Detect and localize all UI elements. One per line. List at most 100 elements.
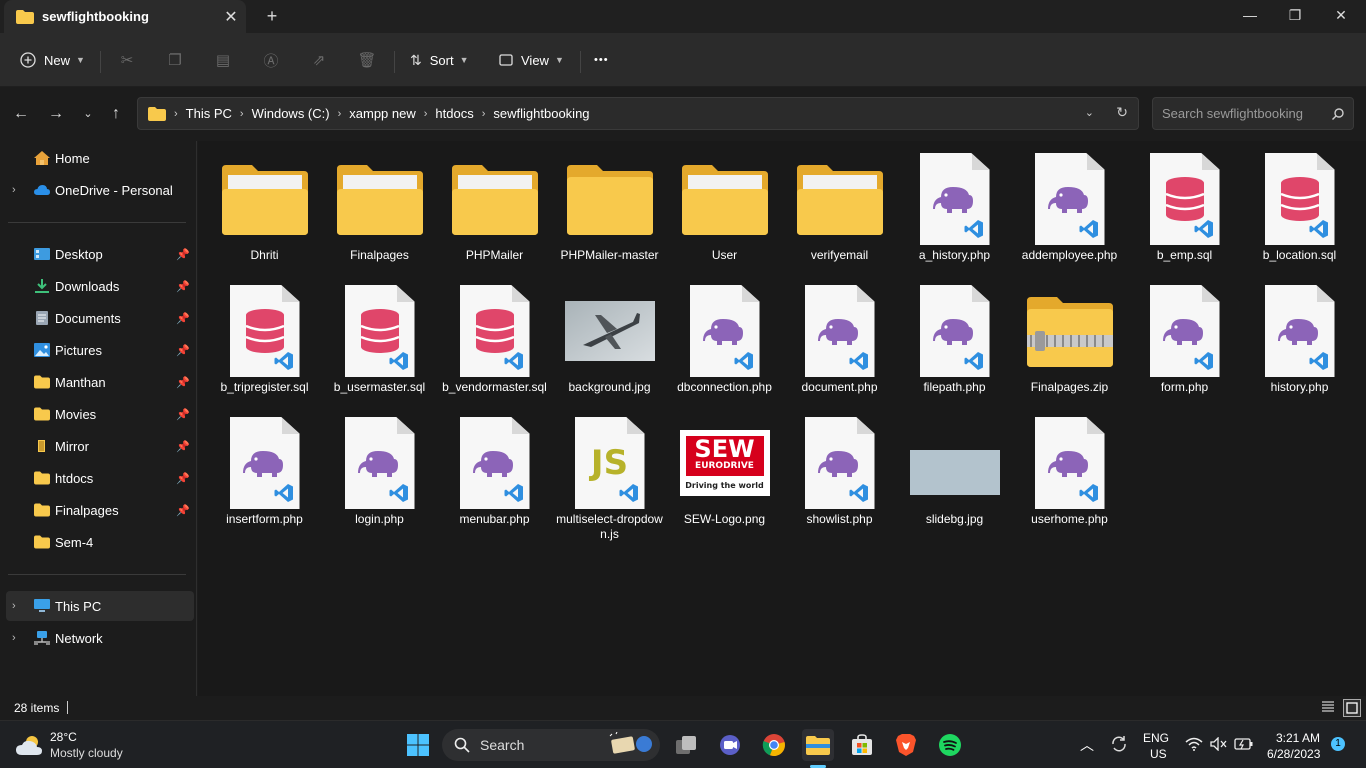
sidebar-item-desktop[interactable]: Desktop 📌 (6, 239, 194, 269)
sidebar-item-pictures[interactable]: Pictures 📌 (6, 335, 194, 365)
folder-item[interactable]: Dhriti (208, 143, 321, 271)
folder-item[interactable]: Finalpages (323, 143, 436, 271)
close-window-button[interactable]: ✕ (1318, 0, 1364, 30)
sidebar-item-home[interactable]: Home (6, 143, 194, 173)
php-file-item[interactable]: login.php (323, 407, 436, 535)
php-file-item[interactable]: filepath.php (898, 275, 1011, 403)
large-icons-view-icon[interactable] (1343, 699, 1361, 717)
sidebar-item-onedrive[interactable]: › OneDrive - Personal (6, 175, 194, 205)
folder-item[interactable]: verifyemail (783, 143, 896, 271)
tab-sewflightbooking[interactable]: sewflightbooking ✕ (4, 0, 246, 33)
php-file-item[interactable]: showlist.php (783, 407, 896, 535)
back-arrow-icon[interactable]: ← (9, 103, 33, 125)
volume-muted-icon[interactable] (1210, 737, 1228, 751)
breadcrumb-htdocs[interactable]: htdocs (435, 106, 473, 121)
sidebar-item-downloads[interactable]: Downloads 📌 (6, 271, 194, 301)
weather-cloudy-icon[interactable] (16, 733, 44, 757)
address-bar[interactable]: › This PC › Windows (C:) › xampp new › h… (137, 97, 1139, 130)
php-file-item[interactable]: document.php (783, 275, 896, 403)
sidebar-item-network[interactable]: › Network (6, 623, 194, 653)
sidebar-item-documents[interactable]: Documents 📌 (6, 303, 194, 333)
php-file-item[interactable]: menubar.php (438, 407, 551, 535)
breadcrumb-sewflightbooking[interactable]: sewflightbooking (493, 106, 589, 121)
recent-locations-chevron-icon[interactable]: ⌄ (76, 103, 100, 125)
breadcrumb-chevron-icon[interactable]: › (338, 108, 342, 120)
notification-badge[interactable]: 1 (1331, 737, 1345, 751)
sql-file-item[interactable]: b_vendormaster.sql (438, 275, 551, 403)
teams-chat-icon[interactable] (714, 729, 746, 761)
language-indicator[interactable]: ENG (1143, 731, 1169, 745)
new-button[interactable]: New ▼ (20, 46, 85, 74)
search-input[interactable]: Search sewflightbooking (1152, 97, 1354, 130)
sql-file-item[interactable]: b_emp.sql (1128, 143, 1241, 271)
php-file-item[interactable]: addemployee.php (1013, 143, 1126, 271)
more-options-button[interactable]: ••• (594, 46, 609, 74)
breadcrumb-xampp-new[interactable]: xampp new (349, 106, 415, 121)
image-file-item[interactable]: background.jpg (553, 275, 666, 403)
breadcrumb-windows-c[interactable]: Windows (C:) (252, 106, 330, 121)
new-tab-button[interactable]: + (262, 4, 282, 28)
tab-close-button[interactable]: ✕ (216, 7, 246, 27)
clock-date[interactable]: 6/28/2023 (1267, 747, 1320, 761)
address-dropdown-chevron-icon[interactable]: ⌄ (1085, 106, 1094, 119)
php-file-item[interactable]: form.php (1128, 275, 1241, 403)
php-file-item[interactable]: history.php (1243, 275, 1356, 403)
refresh-icon[interactable]: ↻ (1116, 104, 1128, 121)
delete-icon[interactable]: 🗑 (356, 49, 378, 71)
brave-browser-icon[interactable] (890, 729, 922, 761)
task-view-icon[interactable] (670, 729, 702, 761)
share-icon[interactable]: ⇗ (308, 49, 330, 71)
sql-file-item[interactable]: b_usermaster.sql (323, 275, 436, 403)
breadcrumb-chevron-icon[interactable]: › (240, 108, 244, 120)
sql-file-item[interactable]: b_location.sql (1243, 143, 1356, 271)
forward-arrow-icon[interactable]: → (44, 103, 68, 125)
spotify-icon[interactable] (934, 729, 966, 761)
up-arrow-icon[interactable]: ↑ (104, 103, 128, 125)
breadcrumb-chevron-icon[interactable]: › (482, 108, 486, 120)
sidebar-item-manthan[interactable]: Manthan 📌 (6, 367, 194, 397)
view-button[interactable]: View ▼ (499, 46, 564, 74)
maximize-button[interactable]: ❐ (1272, 0, 1318, 30)
sync-icon[interactable] (1110, 735, 1128, 753)
chrome-icon[interactable] (758, 729, 790, 761)
folder-item[interactable]: PHPMailer (438, 143, 551, 271)
microsoft-store-icon[interactable] (846, 729, 878, 761)
minimize-button[interactable]: — (1227, 0, 1273, 30)
sidebar-item-this-pc[interactable]: › This PC (6, 591, 194, 621)
details-view-icon[interactable] (1320, 699, 1338, 717)
copy-icon[interactable]: ❐ (164, 49, 186, 71)
show-hidden-icons-chevron-icon[interactable]: ︿ (1080, 735, 1094, 755)
folder-item[interactable]: PHPMailer-master (553, 143, 666, 271)
image-file-item[interactable]: slidebg.jpg (898, 407, 1011, 535)
js-file-item[interactable]: JS multiselect-dropdown.js (553, 407, 666, 541)
zip-file-item[interactable]: Finalpages.zip (1013, 275, 1126, 403)
breadcrumb-chevron-icon[interactable]: › (424, 108, 428, 120)
sidebar-item-sem-4[interactable]: Sem-4 (6, 527, 194, 557)
sidebar-item-finalpages[interactable]: Finalpages 📌 (6, 495, 194, 525)
clock-time[interactable]: 3:21 AM (1276, 731, 1320, 745)
chevron-right-icon[interactable]: › (12, 600, 16, 612)
battery-charging-icon[interactable] (1234, 737, 1254, 751)
region-indicator[interactable]: US (1150, 747, 1167, 761)
php-file-item[interactable]: insertform.php (208, 407, 321, 535)
start-button[interactable] (402, 729, 434, 761)
sidebar-item-htdocs[interactable]: htdocs 📌 (6, 463, 194, 493)
wifi-icon[interactable] (1185, 737, 1203, 751)
php-file-item[interactable]: userhome.php (1013, 407, 1126, 535)
image-file-item[interactable]: SEW EURODRIVE Driving the world SEW-Logo… (668, 407, 781, 535)
sidebar-item-movies[interactable]: Movies 📌 (6, 399, 194, 429)
sort-button[interactable]: ⇅ Sort ▼ (410, 46, 469, 74)
breadcrumb-this-pc[interactable]: This PC (186, 106, 232, 121)
sql-file-item[interactable]: b_tripregister.sql (208, 275, 321, 403)
rename-icon[interactable]: Ⓐ (260, 49, 282, 71)
paste-icon[interactable]: ▤ (212, 49, 234, 71)
php-file-item[interactable]: a_history.php (898, 143, 1011, 271)
chevron-right-icon[interactable]: › (12, 632, 16, 644)
chevron-right-icon[interactable]: › (12, 184, 16, 196)
cut-icon[interactable]: ✂ (116, 49, 138, 71)
file-explorer-icon[interactable] (802, 729, 834, 761)
taskbar-search-box[interactable]: Search (442, 729, 660, 761)
folder-item[interactable]: User (668, 143, 781, 271)
php-file-item[interactable]: dbconnection.php (668, 275, 781, 403)
sidebar-item-mirror[interactable]: Mirror 📌 (6, 431, 194, 461)
